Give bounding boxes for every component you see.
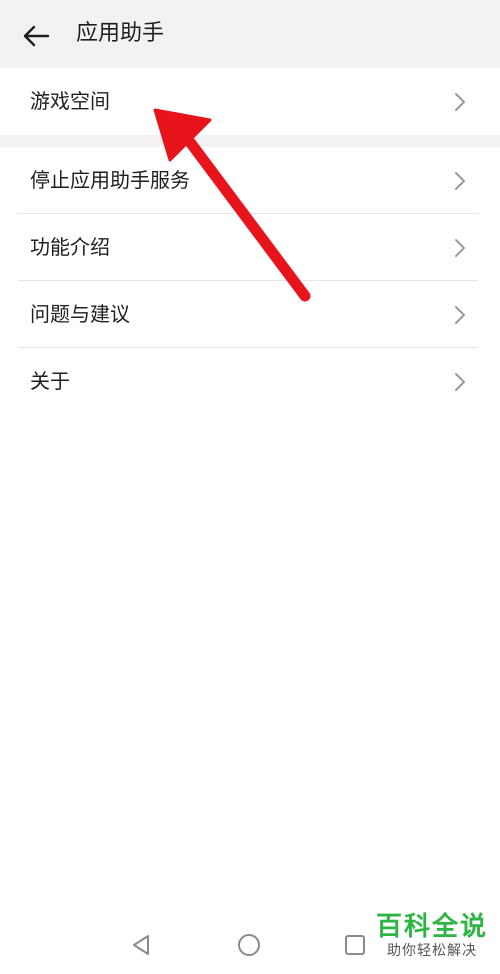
home-circle-icon	[238, 934, 260, 956]
chevron-right-icon	[455, 172, 465, 190]
section-gap	[0, 135, 500, 147]
watermark-title: 百科全说	[375, 912, 488, 942]
menu-item-label: 停止应用助手服务	[30, 168, 190, 192]
back-button[interactable]	[14, 14, 58, 58]
nav-recent-button[interactable]	[342, 932, 368, 958]
page-title: 应用助手	[76, 21, 165, 46]
nav-back-button[interactable]	[128, 932, 154, 958]
app-bar: 应用助手	[0, 0, 500, 68]
chevron-right-icon	[455, 239, 465, 257]
menu-item-feedback[interactable]: 问题与建议	[0, 281, 500, 348]
chevron-right-icon	[455, 373, 465, 391]
arrow-left-icon	[23, 25, 50, 47]
chevron-right-icon	[455, 306, 465, 324]
menu-item-feature-intro[interactable]: 功能介绍	[0, 214, 500, 281]
menu-item-label: 关于	[30, 369, 70, 393]
back-triangle-icon	[133, 935, 149, 955]
chevron-right-icon	[455, 93, 465, 111]
menu-item-about[interactable]: 关于	[0, 348, 500, 415]
watermark-subtitle: 助你轻松解决	[386, 943, 477, 959]
nav-home-button[interactable]	[236, 932, 262, 958]
menu-item-stop-service[interactable]: 停止应用助手服务	[0, 147, 500, 214]
game-space-section: 游戏空间	[0, 68, 500, 135]
menu-item-label: 问题与建议	[30, 302, 130, 326]
settings-list: 停止应用助手服务 功能介绍 问题与建议 关于	[0, 147, 500, 415]
menu-item-label: 游戏空间	[30, 89, 110, 113]
menu-item-game-space[interactable]: 游戏空间	[0, 68, 500, 135]
recent-square-icon	[345, 935, 365, 955]
menu-item-label: 功能介绍	[30, 235, 110, 259]
watermark-logo: 百科全说 助你轻松解决	[376, 912, 488, 960]
